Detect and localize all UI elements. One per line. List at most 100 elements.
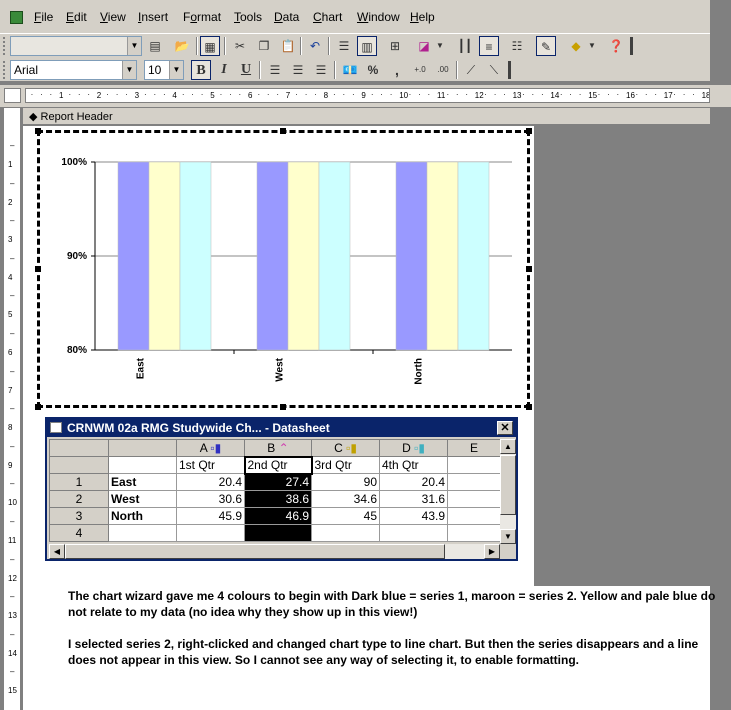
fill-color-icon[interactable]: ◆ bbox=[566, 36, 586, 56]
undo-icon[interactable]: ↶ bbox=[305, 36, 325, 56]
resize-handle[interactable] bbox=[35, 404, 41, 410]
format-object-icon[interactable]: ▤ bbox=[145, 36, 165, 56]
bold-button[interactable]: B bbox=[191, 60, 211, 80]
menu-format[interactable]: Format bbox=[183, 10, 221, 24]
currency-style-icon[interactable]: 💶 bbox=[340, 60, 360, 80]
row-header[interactable]: 1 bbox=[49, 473, 109, 491]
drawing-icon[interactable]: ✎ bbox=[536, 36, 556, 56]
value-cell[interactable] bbox=[447, 507, 501, 525]
menu-file[interactable]: File bbox=[34, 10, 53, 24]
value-cell[interactable] bbox=[447, 524, 501, 542]
row-header[interactable]: 2 bbox=[49, 490, 109, 508]
menu-chart[interactable]: Chart bbox=[313, 10, 342, 24]
font-name-combo[interactable]: Arial ▼ bbox=[10, 60, 137, 80]
value-cell[interactable] bbox=[379, 524, 448, 542]
report-header-bar[interactable]: ◆ Report Header bbox=[23, 108, 710, 125]
value-cell[interactable] bbox=[447, 473, 501, 491]
vertical-ruler[interactable]: 1 – 2 – 3 – 4 – 5 – 6 – 7 – 8 – 9 – 10 – 11 – 12 – 13 – 14 – 15 – bbox=[4, 108, 21, 710]
scroll-right-icon[interactable]: ▶ bbox=[484, 544, 500, 559]
percent-style-button[interactable]: % bbox=[363, 60, 383, 80]
series-name-cell[interactable]: 3rd Qtr bbox=[311, 456, 380, 474]
column-header-a[interactable]: A ▫▮ bbox=[176, 439, 245, 457]
row-header[interactable]: 3 bbox=[49, 507, 109, 525]
decrease-decimal-icon[interactable]: .00 bbox=[433, 60, 453, 80]
italic-button[interactable]: I bbox=[214, 60, 234, 80]
underline-button[interactable]: U bbox=[236, 60, 256, 80]
row-header[interactable]: 4 bbox=[49, 524, 109, 542]
category-cell[interactable] bbox=[108, 524, 177, 542]
menu-tools[interactable]: Tools bbox=[234, 10, 262, 24]
value-cell[interactable] bbox=[244, 524, 312, 542]
scroll-down-icon[interactable]: ▼ bbox=[500, 529, 516, 544]
series-name-cell[interactable]: 1st Qtr bbox=[176, 456, 245, 474]
category-cell[interactable]: North bbox=[108, 507, 177, 525]
align-right-icon[interactable]: ☰ bbox=[311, 60, 331, 80]
vertical-scrollbar[interactable]: ▲ ▼ bbox=[500, 439, 516, 544]
cut-icon[interactable]: ✂ bbox=[230, 36, 250, 56]
resize-handle[interactable] bbox=[35, 128, 41, 134]
menu-insert[interactable]: Insert bbox=[138, 10, 168, 24]
toolbar-grip[interactable] bbox=[3, 37, 7, 55]
series-name-cell[interactable]: 4th Qtr bbox=[379, 456, 448, 474]
font-size-combo[interactable]: 10 ▼ bbox=[144, 60, 184, 80]
resize-handle[interactable] bbox=[526, 128, 532, 134]
value-cell[interactable]: 45.9 bbox=[176, 507, 245, 525]
datasheet-grid[interactable]: A ▫▮ B ⌃ C ▫▮ D ▫▮ E 1st Qtr 2nd Qtr 3rd… bbox=[49, 439, 501, 542]
menu-window[interactable]: Window bbox=[357, 10, 400, 24]
chevron-down-icon[interactable]: ▼ bbox=[434, 36, 446, 56]
align-left-icon[interactable]: ☰ bbox=[265, 60, 285, 80]
resize-handle[interactable] bbox=[280, 404, 286, 410]
series-name-cell[interactable]: 2nd Qtr bbox=[243, 455, 313, 475]
column-header-d[interactable]: D ▫▮ bbox=[379, 439, 448, 457]
menu-help[interactable]: Help bbox=[410, 10, 435, 24]
datasheet-title-bar[interactable]: CRNWM 02a RMG Studywide Ch... - Datashee… bbox=[47, 419, 516, 437]
value-cell[interactable]: 90 bbox=[311, 473, 380, 491]
select-all-corner[interactable] bbox=[49, 439, 109, 457]
by-column-icon[interactable]: ▥ bbox=[357, 36, 377, 56]
legend-icon[interactable]: ☷ bbox=[507, 36, 527, 56]
resize-handle[interactable] bbox=[280, 128, 286, 134]
resize-handle[interactable] bbox=[526, 404, 532, 410]
value-cell[interactable]: 31.6 bbox=[379, 490, 448, 508]
import-file-icon[interactable]: 📂 bbox=[172, 36, 192, 56]
value-cell[interactable]: 38.6 bbox=[244, 490, 312, 508]
view-datasheet-icon[interactable]: ▦ bbox=[200, 36, 220, 56]
copy-icon[interactable]: ❐ bbox=[254, 36, 274, 56]
column-header-e[interactable]: E bbox=[447, 439, 501, 457]
paste-icon[interactable]: 📋 bbox=[278, 36, 298, 56]
column-header-c[interactable]: C ▫▮ bbox=[311, 439, 380, 457]
data-table-icon[interactable]: ⊞ bbox=[385, 36, 405, 56]
horizontal-scrollbar[interactable]: ◀ ▶ bbox=[49, 544, 500, 559]
row-header-empty[interactable] bbox=[49, 456, 109, 474]
value-cell[interactable]: 45 bbox=[311, 507, 380, 525]
category-cell[interactable]: East bbox=[108, 473, 177, 491]
header-cell[interactable] bbox=[108, 439, 177, 457]
toolbar-grip[interactable] bbox=[3, 61, 7, 79]
chart-objects-combo[interactable]: ▼ bbox=[10, 36, 142, 56]
value-cell[interactable]: 27.4 bbox=[244, 473, 312, 491]
value-cell[interactable]: 46.9 bbox=[244, 507, 312, 525]
help-icon[interactable]: ❓ bbox=[606, 36, 626, 56]
value-cell[interactable]: 30.6 bbox=[176, 490, 245, 508]
scroll-up-icon[interactable]: ▲ bbox=[500, 439, 516, 454]
value-cell[interactable]: 43.9 bbox=[379, 507, 448, 525]
series-name-cell[interactable] bbox=[447, 456, 501, 474]
value-axis-gridlines-icon[interactable]: ≡ bbox=[479, 36, 499, 56]
chevron-down-icon[interactable]: ▼ bbox=[169, 61, 183, 79]
chart-object[interactable]: 100% 90% 80% East West North bbox=[37, 130, 530, 408]
chevron-down-icon[interactable]: ▼ bbox=[122, 61, 136, 79]
value-cell[interactable] bbox=[311, 524, 380, 542]
scroll-thumb[interactable] bbox=[65, 544, 445, 559]
app-icon[interactable] bbox=[10, 11, 23, 24]
chart-type-icon[interactable]: ◪ bbox=[414, 36, 434, 56]
chevron-down-icon[interactable]: ▼ bbox=[586, 36, 598, 56]
value-cell[interactable]: 20.4 bbox=[176, 473, 245, 491]
menu-edit[interactable]: Edit bbox=[66, 10, 87, 24]
value-cell[interactable] bbox=[447, 490, 501, 508]
menu-view[interactable]: View bbox=[100, 10, 126, 24]
angle-text-upward-icon[interactable]: ⟍ bbox=[484, 60, 504, 80]
value-cell[interactable]: 20.4 bbox=[379, 473, 448, 491]
menu-data[interactable]: Data bbox=[274, 10, 299, 24]
chart-plot[interactable]: 100% 90% 80% East West North bbox=[40, 133, 527, 405]
chevron-down-icon[interactable]: ▼ bbox=[127, 37, 141, 55]
